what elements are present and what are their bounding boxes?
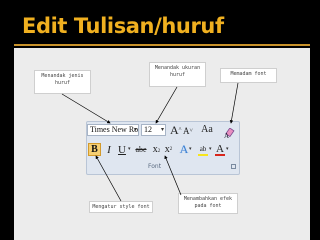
underline-label: U (118, 144, 126, 156)
text-effect-label: A (179, 142, 189, 156)
underline-button[interactable]: U (116, 143, 128, 157)
subscript-button[interactable]: x2 (151, 143, 162, 157)
text-effect-button[interactable]: A (179, 142, 189, 156)
font-name-value: Times New Rom (90, 125, 139, 134)
font-color-dropdown-icon[interactable]: ▾ (226, 146, 229, 152)
underline-dropdown-icon[interactable]: ▾ (128, 146, 131, 152)
callout-font-style-text: Mengatur style font (92, 204, 150, 210)
svg-text:A: A (224, 132, 229, 139)
superscript-button[interactable]: x2 (163, 143, 174, 157)
font-size-value: 12 (144, 125, 152, 134)
grow-font-label: A (170, 123, 179, 137)
slide-title: Edit Tulisan/huruf (22, 14, 224, 38)
highlight-dropdown-icon[interactable]: ▾ (209, 146, 212, 152)
chevron-down-icon[interactable]: ▾ (161, 125, 164, 135)
callout-text-effect: Menambahkan efek pada font (178, 193, 238, 214)
bold-button[interactable]: B (88, 143, 101, 156)
text-effect-dropdown-icon[interactable]: ▾ (189, 146, 192, 152)
callout-font-type-text: Menandak jenis huruf (41, 73, 84, 86)
grow-font-button[interactable]: A^ (170, 123, 182, 137)
launcher-icon[interactable] (231, 164, 236, 169)
strikethrough-label: abe (135, 145, 147, 154)
callout-font-type: Menandak jenis huruf (34, 70, 91, 94)
callout-clear-format: Memadam font (220, 68, 277, 83)
callout-text-effect-text: Menambahkan efek pada font (183, 196, 233, 209)
change-case-button[interactable]: Aa (200, 123, 214, 137)
callout-font-size: Menandak ukuran huruf (149, 62, 206, 87)
callout-clear-format-text: Memadam font (230, 71, 267, 77)
eraser-icon[interactable]: A (224, 124, 236, 140)
callout-font-style: Mengatur style font (89, 201, 153, 213)
font-color-bar (215, 154, 225, 156)
highlight-label: ab (199, 145, 207, 153)
font-group-label: Font (148, 163, 162, 170)
callout-font-size-text: Menandak ukuran huruf (154, 65, 201, 78)
font-name-combo[interactable]: Times New Rom ▾ (87, 124, 139, 136)
strikethrough-button[interactable]: abe (134, 143, 148, 157)
italic-label: I (107, 144, 111, 156)
chevron-down-icon[interactable]: ▾ (134, 125, 137, 135)
change-case-label: Aa (201, 124, 213, 135)
font-size-combo[interactable]: 12 ▾ (141, 124, 166, 136)
italic-button[interactable]: I (104, 143, 114, 157)
title-divider (14, 44, 310, 46)
shrink-font-button[interactable]: A˅ (183, 124, 193, 138)
highlight-color-bar (198, 154, 208, 156)
